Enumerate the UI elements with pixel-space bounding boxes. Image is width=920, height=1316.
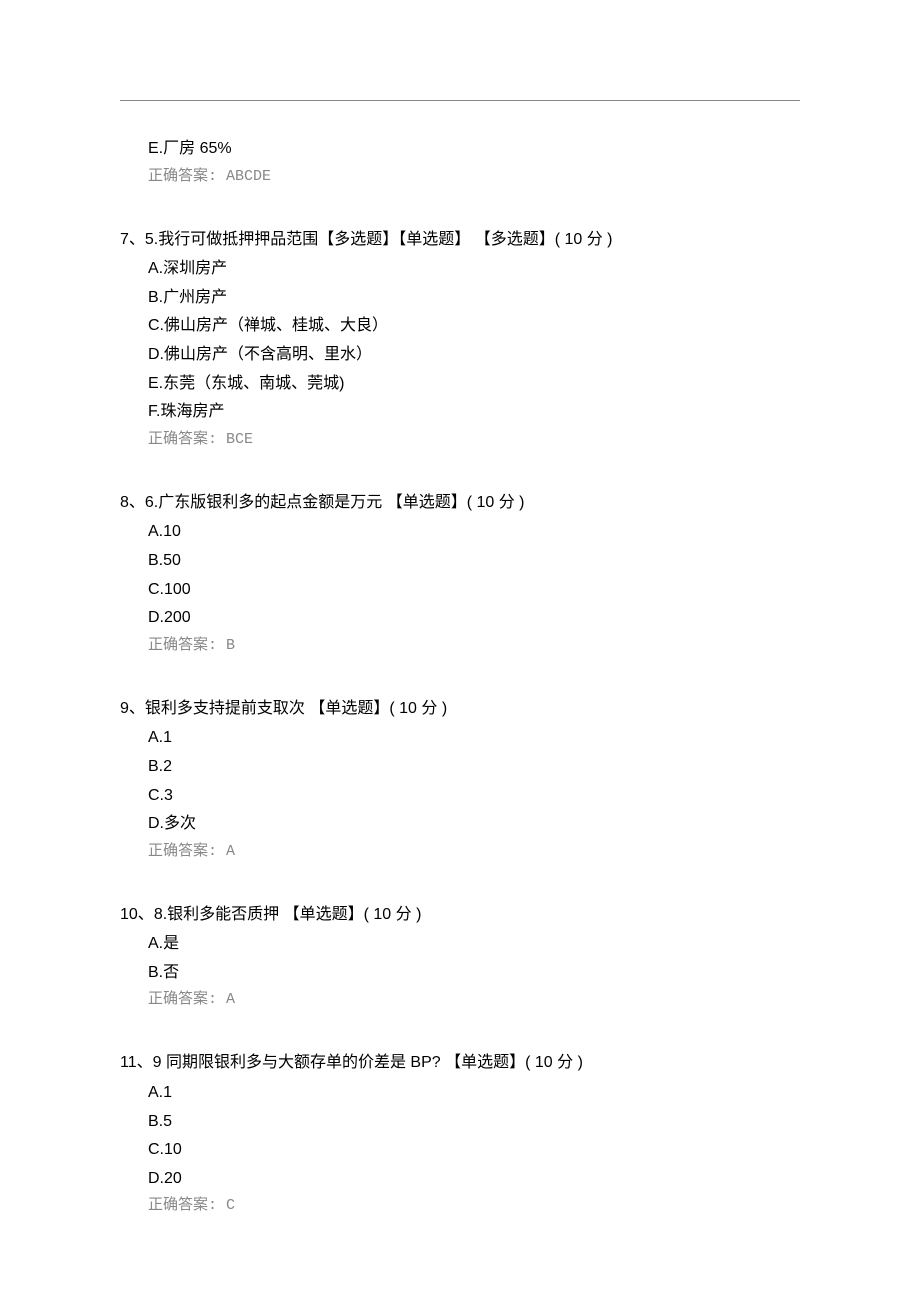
page-top-line (120, 100, 800, 101)
question-points: ( 10 分 ) (364, 906, 422, 923)
option: C.100 (120, 577, 800, 603)
option: D.佛山房产（不含高明、里水） (120, 342, 800, 368)
question-tags: 【单选题】 (441, 1054, 525, 1071)
question-tags: 【单选题】 (305, 700, 389, 717)
option: F.珠海房产 (120, 399, 800, 425)
leading-question-fragment: E.厂房 65% 正确答案: ABCDE (120, 136, 800, 189)
option: D.多次 (120, 811, 800, 837)
answer-line: 正确答案: ABCDE (120, 165, 800, 189)
question-block: 8、6.广东版银利多的起点金额是万元 【单选题】( 10 分 ) A.10 B.50… (120, 490, 800, 658)
answer-label: 正确答案: (148, 637, 217, 654)
option: C.3 (120, 783, 800, 809)
question-number: 7、 (120, 231, 145, 248)
question-text: 8.银利多能否质押 (154, 906, 279, 923)
option: B.2 (120, 754, 800, 780)
question-text: 9 同期限银利多与大额存单的价差是 BP? (153, 1054, 441, 1071)
answer-label: 正确答案: (148, 843, 217, 860)
question-points: ( 10 分 ) (525, 1054, 583, 1071)
question-points: ( 10 分 ) (555, 231, 613, 248)
option: C.佛山房产（禅城、桂城、大良） (120, 313, 800, 339)
question-text: 银利多支持提前支取次 (145, 700, 305, 717)
answer-line: 正确答案: BCE (120, 428, 800, 452)
question-text: 5.我行可做抵押押品范围 (145, 231, 318, 248)
question-tags: 【单选题】 (279, 906, 363, 923)
question-block: 11、9 同期限银利多与大额存单的价差是 BP? 【单选题】( 10 分 ) A.… (120, 1050, 800, 1218)
question-tags: 【多选题】【单选题】 【多选题】 (318, 231, 554, 248)
answer-label: 正确答案: (148, 1197, 217, 1214)
option: D.20 (120, 1166, 800, 1192)
answer-value: BCE (226, 431, 253, 448)
answer-line: 正确答案: A (120, 840, 800, 864)
question-number: 10、 (120, 906, 154, 923)
option: B.5 (120, 1109, 800, 1135)
option: D.200 (120, 605, 800, 631)
option: B.广州房产 (120, 285, 800, 311)
question-points: ( 10 分 ) (389, 700, 447, 717)
question-text: 6.广东版银利多的起点金额是万元 (145, 494, 382, 511)
question-number: 9、 (120, 700, 145, 717)
question-title: 10、8.银利多能否质押 【单选题】( 10 分 ) (120, 902, 800, 928)
question-block: 9、银利多支持提前支取次 【单选题】( 10 分 ) A.1 B.2 C.3D.多次正… (120, 696, 800, 864)
question-title: 11、9 同期限银利多与大额存单的价差是 BP? 【单选题】( 10 分 ) (120, 1050, 800, 1076)
option: B.50 (120, 548, 800, 574)
answer-label: 正确答案: (148, 168, 217, 185)
option: A.10 (120, 519, 800, 545)
question-block: 10、8.银利多能否质押 【单选题】( 10 分 )A.是B.否正确答案: A (120, 902, 800, 1013)
answer-value: C (226, 1197, 235, 1214)
answer-line: 正确答案: A (120, 988, 800, 1012)
option: E.东莞（东城、南城、莞城) (120, 371, 800, 397)
answer-value-text: ABCDE (226, 168, 271, 185)
question-points: ( 10 分 ) (467, 494, 525, 511)
option: A.深圳房产 (120, 256, 800, 282)
questions-container: 7、5.我行可做抵押押品范围【多选题】【单选题】 【多选题】( 10 分 )A.… (120, 227, 800, 1219)
option: C.10 (120, 1137, 800, 1163)
answer-label: 正确答案: (148, 431, 217, 448)
question-number: 8、 (120, 494, 145, 511)
answer-line: 正确答案: C (120, 1194, 800, 1218)
question-tags: 【单选题】 (382, 494, 466, 511)
option: B.否 (120, 960, 800, 986)
answer-label: 正确答案: (148, 991, 217, 1008)
option: A.1 (120, 1080, 800, 1106)
answer-line: 正确答案: B (120, 634, 800, 658)
option: E.厂房 65% (120, 136, 800, 162)
answer-value: A (226, 991, 235, 1008)
answer-value: B (226, 637, 235, 654)
question-number: 11、 (120, 1054, 153, 1071)
answer-value: A (226, 843, 235, 860)
question-block: 7、5.我行可做抵押押品范围【多选题】【单选题】 【多选题】( 10 分 ) A.… (120, 227, 800, 452)
option: A.是 (120, 931, 800, 957)
option: A.1 (120, 725, 800, 751)
question-title: 8、6.广东版银利多的起点金额是万元 【单选题】( 10 分 ) (120, 490, 800, 516)
question-title: 7、5.我行可做抵押押品范围【多选题】【单选题】 【多选题】( 10 分 ) (120, 227, 800, 253)
question-title: 9、银利多支持提前支取次 【单选题】( 10 分 ) (120, 696, 800, 722)
